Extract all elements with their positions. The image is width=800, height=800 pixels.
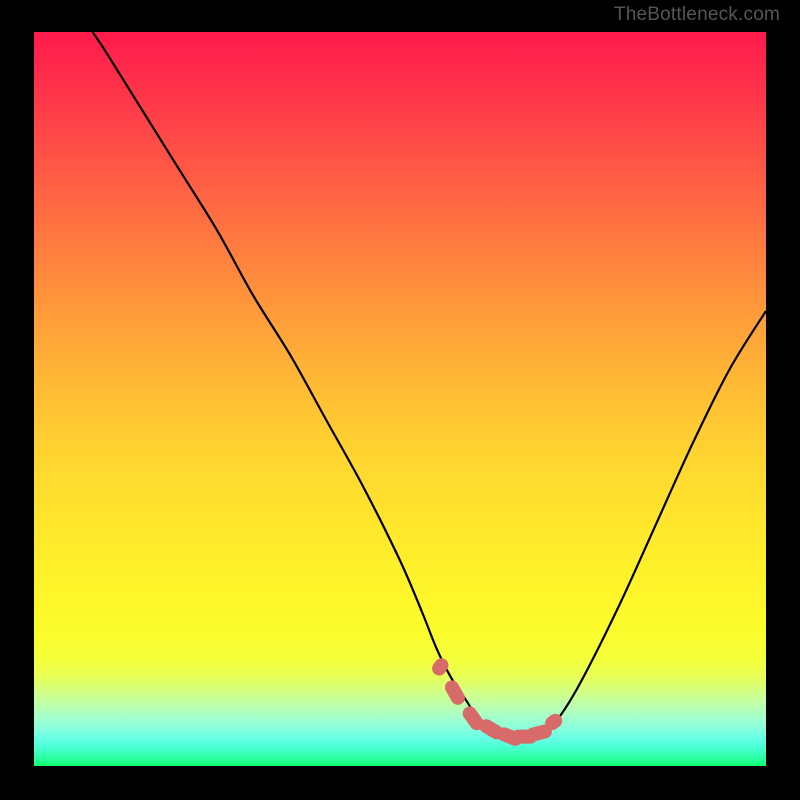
chart-frame: TheBottleneck.com (0, 0, 800, 800)
plot-area (34, 32, 766, 766)
sweet-spot-markers (429, 656, 565, 748)
bottleneck-curve (93, 32, 766, 738)
sweet-spot-marker (429, 656, 451, 679)
sweet-spot-marker (442, 678, 467, 708)
curve-layer (34, 32, 766, 766)
watermark-text: TheBottleneck.com (614, 4, 780, 26)
